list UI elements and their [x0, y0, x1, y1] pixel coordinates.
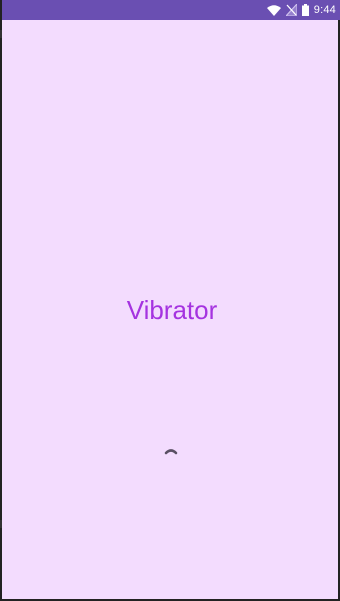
wifi-icon — [266, 4, 281, 16]
battery-icon — [301, 4, 309, 16]
status-bar: 9:44 — [2, 0, 340, 20]
left-edge-mark — [0, 30, 2, 38]
status-icons: 9:44 — [266, 0, 336, 20]
loading-spinner-icon — [163, 444, 179, 456]
left-edge-mark — [0, 520, 2, 528]
app-screen: 9:44 Vibrator — [0, 0, 340, 601]
app-title: Vibrator — [126, 295, 218, 325]
status-time: 9:44 — [313, 4, 336, 16]
no-signal-icon — [285, 4, 297, 16]
